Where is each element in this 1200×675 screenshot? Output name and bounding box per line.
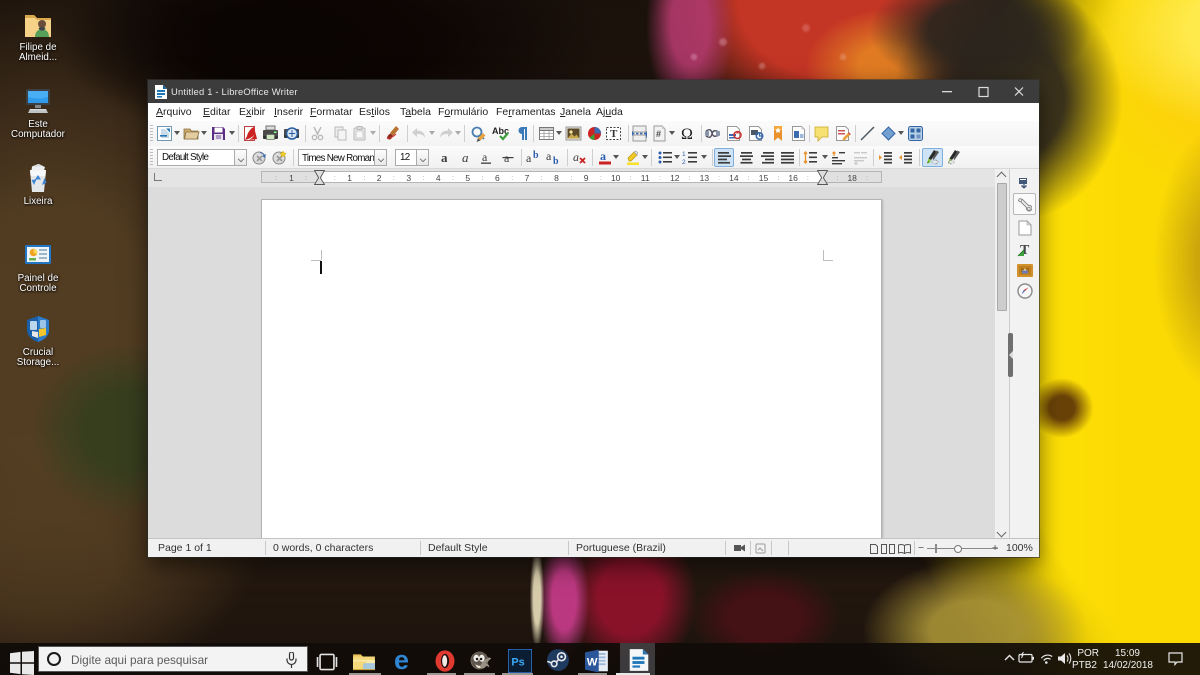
svg-text:a: a <box>441 150 448 165</box>
svg-text:W: W <box>587 657 598 669</box>
svg-text:a: a <box>546 149 552 163</box>
svg-text:a: a <box>526 151 532 165</box>
svg-text:Ω: Ω <box>681 126 693 142</box>
svg-text:1: 1 <box>682 151 686 158</box>
svg-text:Ps: Ps <box>511 657 524 669</box>
svg-text:b: b <box>553 156 559 166</box>
svg-text:#: # <box>656 129 661 139</box>
svg-text:2: 2 <box>682 159 686 166</box>
svg-text:T: T <box>610 128 618 140</box>
svg-text:a: a <box>482 150 488 164</box>
svg-text:b: b <box>533 150 539 161</box>
svg-text:a: a <box>600 149 606 163</box>
svg-text:a: a <box>462 150 469 165</box>
svg-text:a: a <box>573 150 579 164</box>
